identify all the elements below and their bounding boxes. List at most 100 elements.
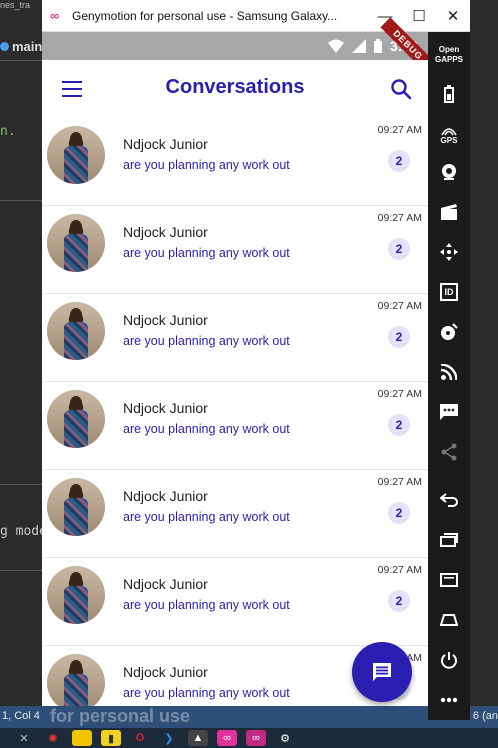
maximize-button[interactable]: ☐ xyxy=(402,0,436,32)
open-gapps-icon[interactable]: Open GAPPS xyxy=(428,40,470,70)
share-icon[interactable] xyxy=(428,440,470,464)
message-preview: are you planning any work out xyxy=(123,158,290,172)
conversation-item[interactable]: Ndjock Junior are you planning any work … xyxy=(42,382,428,470)
avatar[interactable] xyxy=(47,214,105,272)
ide-ghost-text: for personal use xyxy=(50,706,191,726)
id-label: ID xyxy=(440,283,458,301)
ide-status-right: 6 (an xyxy=(472,710,498,722)
new-message-button[interactable] xyxy=(352,642,412,702)
genymotion-icon[interactable]: ∞ xyxy=(246,730,266,746)
message-time: 09:27 AM xyxy=(377,564,422,576)
open-gapps-label: GAPPS xyxy=(434,55,463,64)
menu-icon[interactable] xyxy=(428,568,470,592)
message-preview: are you planning any work out xyxy=(123,246,290,260)
conversation-item[interactable]: Ndjock Junior are you planning any work … xyxy=(42,206,428,294)
chat-icon xyxy=(373,663,391,681)
contact-name: Ndjock Junior xyxy=(123,664,208,680)
taskbar-app-icon[interactable]: ✺ xyxy=(43,730,63,746)
taskbar-app-icon[interactable]: ✕ xyxy=(14,730,34,746)
taskbar-app-icon[interactable]: ▮ xyxy=(101,730,121,746)
gps-label: GPS xyxy=(440,135,458,145)
ide-divider xyxy=(0,60,42,61)
battery-status-icon xyxy=(373,39,382,53)
gps-icon[interactable]: GPS xyxy=(428,120,470,150)
contact-name: Ndjock Junior xyxy=(123,400,208,416)
avatar[interactable] xyxy=(47,654,105,706)
avatar[interactable] xyxy=(47,566,105,624)
vscode-icon[interactable]: ❯ xyxy=(159,730,179,746)
conversation-item[interactable]: Ndjock Junior are you planning any work … xyxy=(42,470,428,558)
power-icon[interactable] xyxy=(428,648,470,672)
message-preview: are you planning any work out xyxy=(123,422,290,436)
avatar[interactable] xyxy=(47,478,105,536)
ide-divider xyxy=(0,484,42,485)
ide-tab-partial[interactable]: nes_tra xyxy=(0,0,30,10)
conversation-list[interactable]: Ndjock Junior are you planning any work … xyxy=(42,118,428,706)
back-icon[interactable] xyxy=(428,488,470,512)
message-time: 09:27 AM xyxy=(377,300,422,312)
window-title: Genymotion for personal use - Samsung Ga… xyxy=(72,8,338,23)
contact-name: Ndjock Junior xyxy=(123,224,208,240)
unread-badge: 2 xyxy=(388,238,410,260)
wifi-icon xyxy=(327,39,344,53)
ide-status-bar: 1, Col 4 for personal use 6 (an xyxy=(0,706,498,728)
move-icon[interactable] xyxy=(428,240,470,264)
sms-icon[interactable] xyxy=(428,400,470,424)
ide-tab-main[interactable]: main xyxy=(0,39,42,54)
ide-file-icon xyxy=(0,42,9,51)
unread-badge: 2 xyxy=(388,150,410,172)
genymotion-toolbar: Open GAPPS GPS ID xyxy=(428,32,470,720)
message-time: 09:27 AM xyxy=(377,124,422,136)
recent-apps-icon[interactable] xyxy=(428,528,470,552)
contact-name: Ndjock Junior xyxy=(123,136,208,152)
desktop-edge xyxy=(470,32,498,706)
battery-icon[interactable] xyxy=(428,82,470,106)
more-icon[interactable] xyxy=(428,688,470,712)
ide-cursor-position: 1, Col 4 xyxy=(2,710,40,722)
taskbar-app-icon[interactable] xyxy=(72,730,92,746)
media-icon[interactable] xyxy=(428,200,470,224)
id-icon[interactable]: ID xyxy=(428,280,470,304)
rss-icon[interactable] xyxy=(428,360,470,384)
taskbar-app-icon[interactable]: ▲ xyxy=(188,730,208,746)
genymotion-icon[interactable]: ∞ xyxy=(217,730,237,746)
ide-divider xyxy=(0,570,42,571)
unread-badge: 2 xyxy=(388,502,410,524)
android-status-bar: 3:20 DEBUG xyxy=(42,17,436,73)
page-title: Conversations xyxy=(165,76,305,98)
message-preview: are you planning any work out xyxy=(123,598,290,612)
opera-icon[interactable]: O xyxy=(130,730,150,746)
unread-badge: 2 xyxy=(388,326,410,348)
camera-icon[interactable] xyxy=(428,160,470,184)
contact-name: Ndjock Junior xyxy=(123,488,208,504)
avatar[interactable] xyxy=(47,302,105,360)
close-button[interactable]: ✕ xyxy=(436,0,470,32)
conversation-item[interactable]: Ndjock Junior are you planning any work … xyxy=(42,294,428,382)
taskbar-app-icon[interactable]: ⚙ xyxy=(275,730,295,746)
open-gapps-label: Open xyxy=(438,45,460,54)
conversation-item[interactable]: Ndjock Junior are you planning any work … xyxy=(42,118,428,206)
ide-divider xyxy=(0,200,42,201)
taskbar: ✕ ✺ ▮ O ❯ ▲ ∞ ∞ ⚙ xyxy=(0,728,498,748)
app-bar: Conversations xyxy=(42,60,428,118)
disk-icon[interactable] xyxy=(428,320,470,344)
unread-badge: 2 xyxy=(388,414,410,436)
message-preview: are you planning any work out xyxy=(123,686,290,700)
message-time: 09:27 AM xyxy=(377,212,422,224)
search-icon[interactable] xyxy=(390,78,412,100)
genymotion-logo-icon: ∞ xyxy=(50,8,60,23)
avatar[interactable] xyxy=(47,126,105,184)
avatar[interactable] xyxy=(47,390,105,448)
conversation-item[interactable]: Ndjock Junior are you planning any work … xyxy=(42,558,428,646)
ide-tab-main-label: main xyxy=(12,39,43,54)
message-preview: are you planning any work out xyxy=(123,510,290,524)
unread-badge: 2 xyxy=(388,590,410,612)
home-icon[interactable] xyxy=(428,608,470,632)
window-titlebar[interactable]: ∞ Genymotion for personal use - Samsung … xyxy=(42,0,470,32)
message-time: 09:27 AM xyxy=(377,388,422,400)
contact-name: Ndjock Junior xyxy=(123,576,208,592)
ide-code-line: n. xyxy=(0,124,16,139)
signal-icon xyxy=(351,39,366,53)
message-time: 09:27 AM xyxy=(377,476,422,488)
message-preview: are you planning any work out xyxy=(123,334,290,348)
